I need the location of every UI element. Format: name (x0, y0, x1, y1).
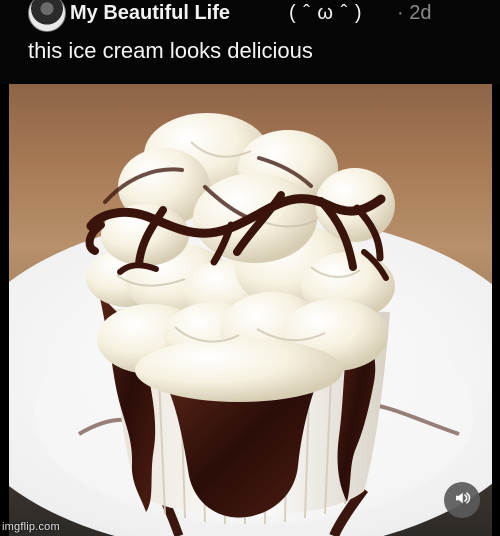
speaker-icon (453, 489, 471, 512)
ice-cream-photo[interactable] (9, 84, 492, 536)
author-kaomoji: ( ˆ ω ˆ ) (289, 2, 363, 24)
post-timestamp: · 2d (397, 2, 432, 24)
volume-button[interactable] (444, 482, 480, 518)
imgflip-watermark: imgflip.com (2, 521, 60, 533)
ice-cream-illustration (9, 113, 492, 536)
author-avatar[interactable] (28, 0, 66, 32)
post-caption: this ice cream looks delicious (28, 38, 313, 63)
author-name[interactable]: My Beautiful Life (70, 2, 230, 25)
post-header: My Beautiful Life ( ˆ ω ˆ ) · 2d this ic… (0, 0, 500, 84)
